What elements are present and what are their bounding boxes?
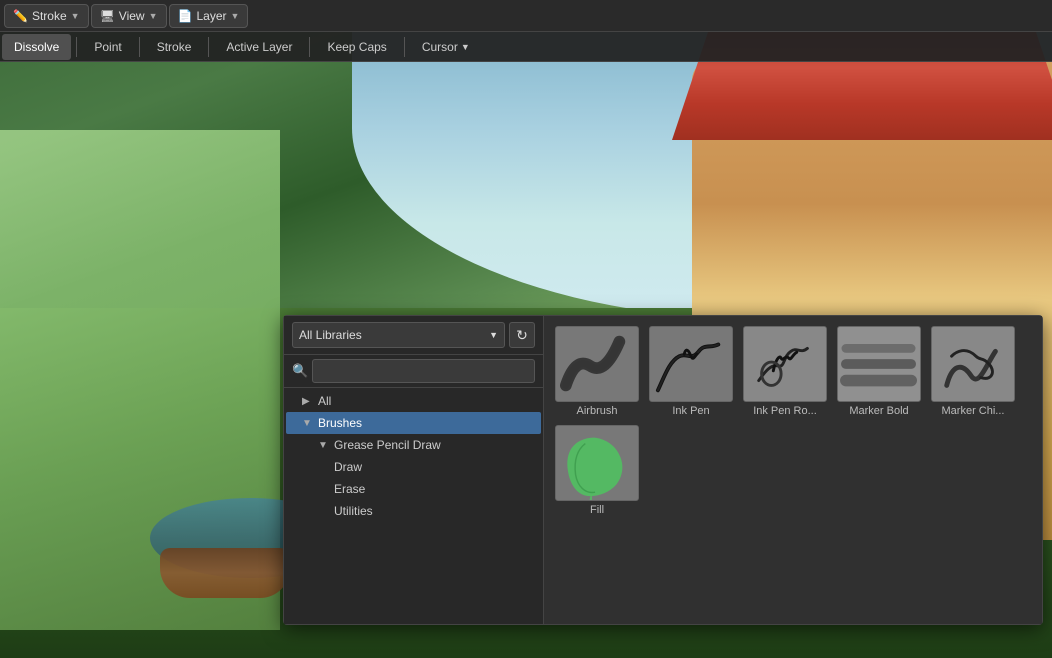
separator-4 [309, 37, 310, 57]
asset-tree: ▶ All ▼ Brushes ▼ Grease Pencil Draw Dra… [284, 388, 543, 624]
stroke-label: Stroke [32, 9, 67, 23]
brush-item-markerbold[interactable]: Marker Bold [834, 324, 924, 419]
refresh-button[interactable]: ↻ [509, 322, 535, 348]
view-label: View [119, 9, 145, 23]
tree-erase-label: Erase [334, 482, 365, 496]
brush-label-airbrush: Airbrush [577, 405, 618, 417]
layer-icon: 📄 [178, 9, 193, 23]
tree-item-grease-pencil-draw[interactable]: ▼ Grease Pencil Draw [286, 434, 541, 456]
separator-5 [404, 37, 405, 57]
brush-thumb-markerbold [837, 326, 921, 402]
library-dropdown[interactable]: All Libraries ▼ [292, 322, 505, 348]
view-chevron-icon: ▼ [149, 11, 158, 21]
layer-button[interactable]: 📄 Layer ▼ [169, 4, 249, 28]
panel-sidebar: All Libraries ▼ ↻ 🔍 ▶ All ▼ Brushes ▼ [284, 316, 544, 624]
library-chevron-icon: ▼ [489, 330, 498, 340]
cursor-chevron-icon: ▼ [461, 42, 470, 52]
library-label: All Libraries [299, 328, 362, 342]
view-button[interactable]: 🖥 View ▼ [91, 4, 167, 28]
tree-item-brushes[interactable]: ▼ Brushes [286, 412, 541, 434]
tab-dissolve[interactable]: Dissolve [2, 34, 71, 60]
search-icon: 🔍 [292, 363, 308, 379]
layer-chevron-icon: ▼ [231, 11, 240, 21]
tree-item-draw[interactable]: Draw [286, 456, 541, 478]
brushes-chevron-icon: ▼ [302, 418, 314, 429]
separator-2 [139, 37, 140, 57]
library-selector: All Libraries ▼ ↻ [284, 316, 543, 355]
top-toolbar: ✏️ Stroke ▼ 🖥 View ▼ 📄 Layer ▼ [0, 0, 1052, 32]
search-bar: 🔍 [284, 355, 543, 388]
panel-main: Airbrush Ink Pen [544, 316, 1042, 624]
asset-panel: All Libraries ▼ ↻ 🔍 ▶ All ▼ Brushes ▼ [283, 315, 1043, 625]
tab-active-layer[interactable]: Active Layer [214, 34, 304, 60]
second-toolbar: Dissolve Point Stroke Active Layer Keep … [0, 32, 1052, 62]
tab-stroke[interactable]: Stroke [145, 34, 204, 60]
brush-label-markerbold: Marker Bold [849, 405, 908, 417]
brush-item-inkpenro[interactable]: Ink Pen Ro... [740, 324, 830, 419]
tab-cursor[interactable]: Cursor ▼ [410, 34, 482, 60]
brush-item-inkpen[interactable]: Ink Pen [646, 324, 736, 419]
brush-thumb-airbrush [555, 326, 639, 402]
search-input[interactable] [312, 359, 535, 383]
stroke-button[interactable]: ✏️ Stroke ▼ [4, 4, 89, 28]
tree-utilities-label: Utilities [334, 504, 373, 518]
brush-item-airbrush[interactable]: Airbrush [552, 324, 642, 419]
tree-draw-label: Draw [334, 460, 362, 474]
scene-boat [160, 548, 290, 598]
tree-item-all[interactable]: ▶ All [286, 390, 541, 412]
brush-label-inkpenro: Ink Pen Ro... [753, 405, 817, 417]
brush-thumb-fill [555, 425, 639, 501]
brush-thumb-inkpen [649, 326, 733, 402]
tab-point[interactable]: Point [82, 34, 133, 60]
brush-label-markerchi: Marker Chi... [942, 405, 1005, 417]
stroke-chevron-icon: ▼ [71, 11, 80, 21]
tree-item-erase[interactable]: Erase [286, 478, 541, 500]
tree-brushes-label: Brushes [318, 416, 362, 430]
brush-label-fill: Fill [590, 504, 604, 516]
brush-item-fill[interactable]: Fill [552, 423, 642, 518]
view-icon: 🖥 [100, 9, 115, 23]
grease-chevron-icon: ▼ [318, 440, 330, 451]
separator-1 [76, 37, 77, 57]
all-chevron-icon: ▶ [302, 396, 314, 407]
tree-grease-pencil-draw-label: Grease Pencil Draw [334, 438, 441, 452]
layer-label: Layer [196, 9, 226, 23]
stroke-icon: ✏️ [13, 9, 28, 23]
brush-thumb-markerchi [931, 326, 1015, 402]
separator-3 [208, 37, 209, 57]
tree-item-utilities[interactable]: Utilities [286, 500, 541, 522]
brush-grid: Airbrush Ink Pen [544, 316, 1042, 624]
brush-item-markerchi[interactable]: Marker Chi... [928, 324, 1018, 419]
brush-thumb-inkpenro [743, 326, 827, 402]
tree-all-label: All [318, 394, 331, 408]
brush-label-inkpen: Ink Pen [672, 405, 709, 417]
tab-keep-caps[interactable]: Keep Caps [315, 34, 398, 60]
